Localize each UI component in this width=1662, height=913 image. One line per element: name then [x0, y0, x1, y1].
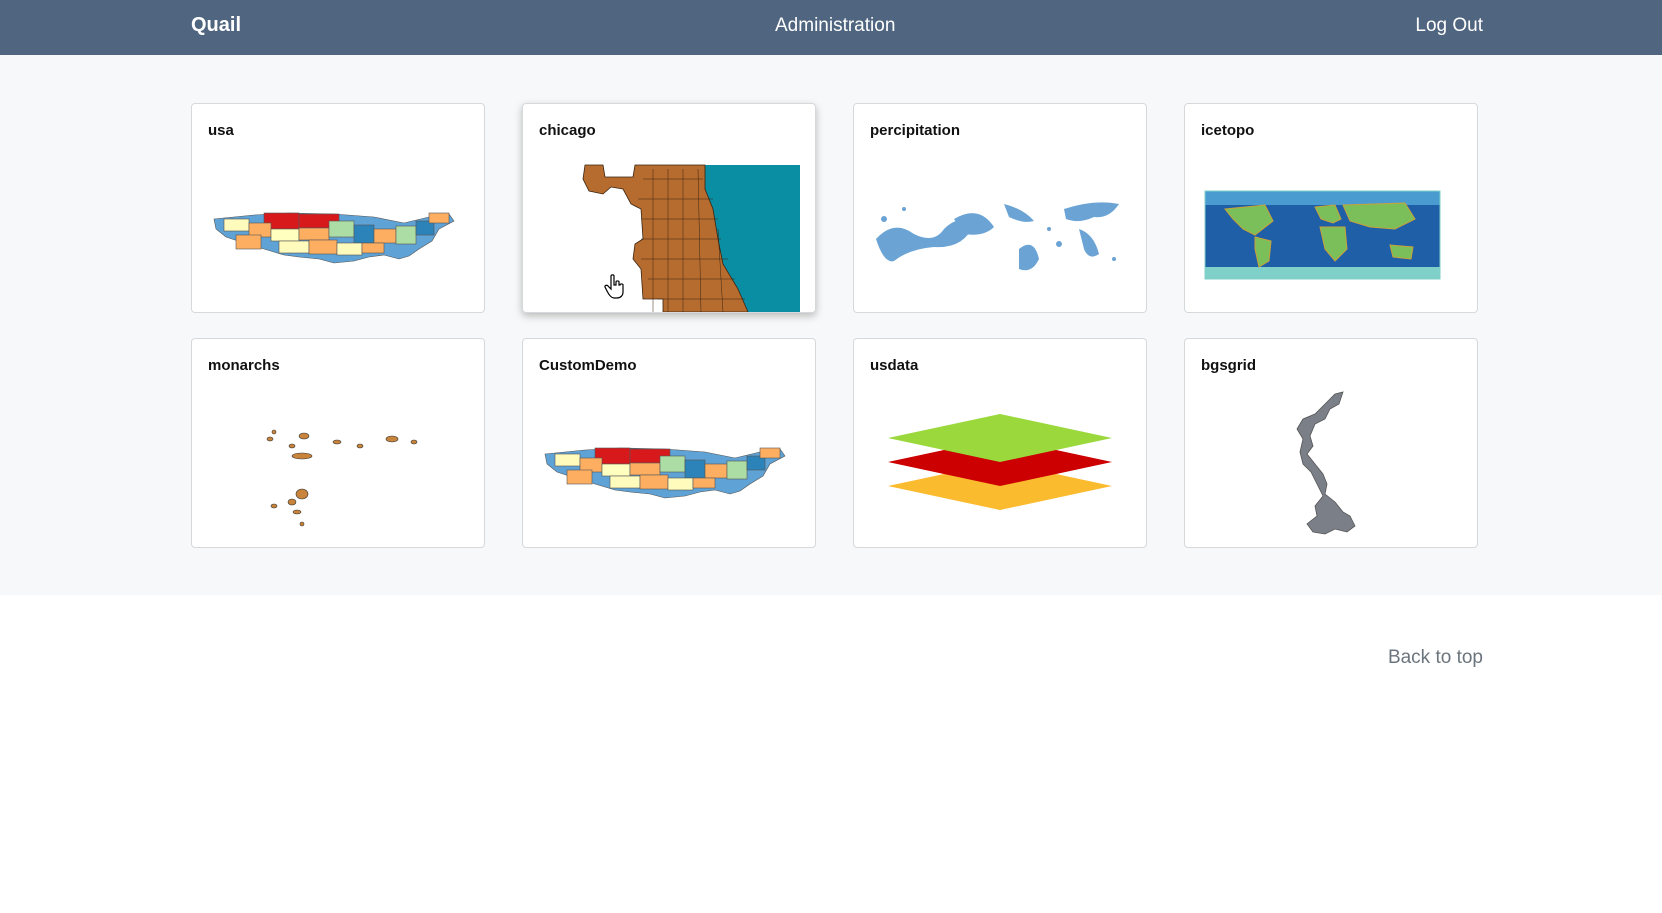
usa-choropleth-map-thumbnail: [213, 212, 455, 264]
precipitation-map-thumbnail: [876, 202, 1119, 271]
usa-choropleth-map-thumbnail: [544, 447, 786, 499]
brand-link[interactable]: Quail: [191, 14, 241, 37]
card-title: monarchs: [208, 357, 280, 374]
map-card-percipitation[interactable]: percipitation: [853, 103, 1147, 313]
card-title: bgsgrid: [1201, 357, 1256, 374]
card-title: icetopo: [1201, 122, 1255, 139]
map-card-customdemo[interactable]: CustomDemo: [522, 338, 816, 548]
back-to-top-link[interactable]: Back to top: [1388, 647, 1483, 669]
world-topography-map-thumbnail: [1204, 190, 1441, 280]
map-card-bgsgrid[interactable]: bgsgrid: [1184, 338, 1478, 548]
logout-link[interactable]: Log Out: [1415, 15, 1483, 37]
card-title: usa: [208, 122, 234, 139]
map-card-grid: usa chicago percipitation icetopo monarc…: [191, 103, 1478, 548]
map-card-chicago[interactable]: chicago: [522, 103, 816, 313]
map-card-usa[interactable]: usa: [191, 103, 485, 313]
map-card-icetopo[interactable]: icetopo: [1184, 103, 1478, 313]
card-title: CustomDemo: [539, 357, 637, 374]
dashboard-area: usa chicago percipitation icetopo monarc…: [0, 55, 1662, 595]
administration-link[interactable]: Administration: [775, 15, 895, 37]
card-title: chicago: [539, 122, 596, 139]
island-points-map-thumbnail: [266, 429, 418, 527]
map-card-usdata[interactable]: usdata: [853, 338, 1147, 548]
chicago-map-thumbnail: [582, 164, 800, 312]
top-navbar: Quail Administration Log Out: [0, 0, 1662, 55]
card-title: usdata: [870, 357, 919, 374]
stacked-layers-icon: [888, 414, 1112, 510]
map-card-monarchs[interactable]: monarchs: [191, 338, 485, 548]
hand-cursor-icon: [604, 274, 624, 299]
card-title: percipitation: [870, 122, 961, 139]
great-britain-map-thumbnail: [1296, 391, 1356, 535]
